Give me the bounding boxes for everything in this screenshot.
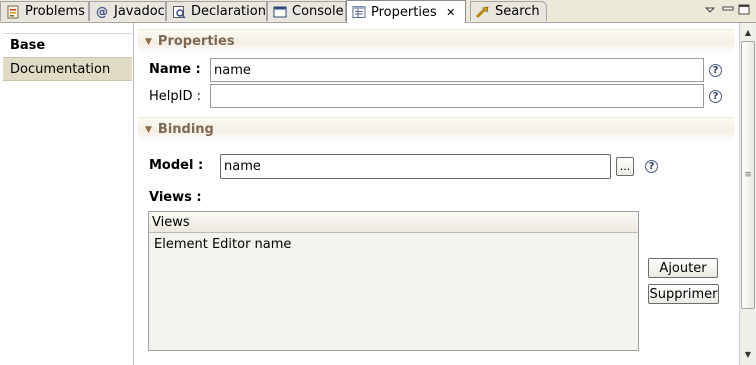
section-title: Properties xyxy=(157,34,235,49)
help-icon[interactable]: ? xyxy=(709,64,722,77)
helpid-field[interactable] xyxy=(210,84,704,108)
properties-section-header[interactable]: ▼ Properties xyxy=(138,29,734,53)
console-icon xyxy=(272,4,288,20)
tab-problems[interactable]: Problems xyxy=(0,1,89,21)
tab-label: Properties xyxy=(371,4,437,20)
model-field[interactable]: name xyxy=(220,154,611,179)
vertical-scrollbar[interactable]: ▲ ≡ ▼ xyxy=(739,23,756,365)
search-icon xyxy=(475,4,491,20)
table-row[interactable]: Element Editor name xyxy=(154,237,291,252)
help-icon[interactable]: ? xyxy=(645,160,658,173)
name-field[interactable]: name xyxy=(210,58,704,82)
tab-properties[interactable]: Properties ✕ xyxy=(346,0,466,23)
views-column-header[interactable]: Views xyxy=(149,212,638,233)
nav-item-documentation[interactable]: Documentation xyxy=(3,57,132,81)
model-label: Model : xyxy=(149,158,204,173)
model-field-value: name xyxy=(224,159,261,174)
collapse-triangle-icon[interactable]: ▼ xyxy=(145,37,152,47)
maximize-icon[interactable] xyxy=(737,3,751,17)
name-field-value: name xyxy=(214,62,251,78)
view-tab-bar: Problems @ Javadoc Declaration Console P… xyxy=(0,0,756,23)
collapse-triangle-icon[interactable]: ▼ xyxy=(145,125,152,135)
close-icon[interactable]: ✕ xyxy=(445,6,457,19)
remove-button[interactable]: Supprimer xyxy=(648,284,719,304)
tab-label: Console xyxy=(292,4,344,19)
tab-javadoc[interactable]: @ Javadoc xyxy=(89,1,166,21)
tab-label: Declaration xyxy=(191,4,266,19)
problems-icon xyxy=(5,4,21,20)
properties-icon xyxy=(351,4,367,20)
scroll-down-arrow-icon[interactable]: ▼ xyxy=(741,347,755,361)
tab-search[interactable]: Search xyxy=(470,1,547,21)
views-label: Views : xyxy=(149,190,202,205)
add-button[interactable]: Ajouter xyxy=(648,258,718,278)
tab-console[interactable]: Console xyxy=(267,1,346,21)
browse-button[interactable]: ... xyxy=(616,157,634,176)
binding-section-header[interactable]: ▼ Binding xyxy=(138,117,734,141)
javadoc-icon: @ xyxy=(96,4,108,19)
name-label: Name : xyxy=(149,62,201,77)
tab-label: Problems xyxy=(25,4,85,19)
scroll-up-arrow-icon[interactable]: ▲ xyxy=(741,25,755,39)
tab-label: Search xyxy=(495,4,540,19)
declaration-icon xyxy=(171,4,187,20)
tab-declaration[interactable]: Declaration xyxy=(166,1,267,21)
views-table[interactable]: Views Element Editor name xyxy=(148,211,639,351)
nav-item-base[interactable]: Base xyxy=(3,33,132,57)
scroll-thumb[interactable]: ≡ xyxy=(741,41,755,309)
property-tabs-list: Base Documentation xyxy=(0,23,134,365)
helpid-label: HelpID : xyxy=(149,89,201,104)
tab-label: Javadoc xyxy=(114,4,165,19)
section-title: Binding xyxy=(157,122,214,137)
help-icon[interactable]: ? xyxy=(709,90,722,103)
minimize-icon[interactable] xyxy=(721,3,735,17)
view-menu-icon[interactable] xyxy=(703,3,717,17)
